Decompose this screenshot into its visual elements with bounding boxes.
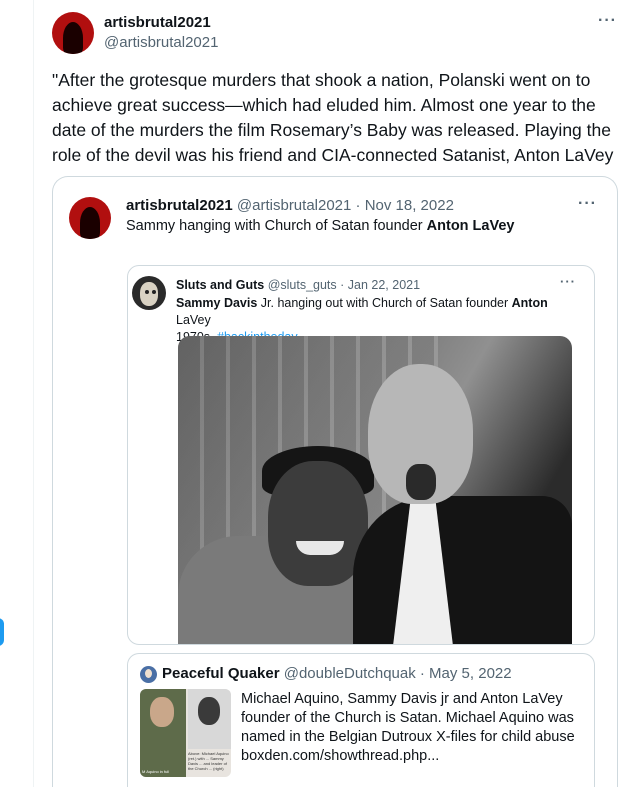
author-name[interactable]: artisbrutal2021 — [104, 14, 211, 31]
timeline-divider — [33, 0, 34, 787]
tweet-photo[interactable] — [178, 336, 572, 644]
avatar[interactable] — [140, 666, 157, 683]
quoted-tweet-header: artisbrutal2021 @artisbrutal2021 · Nov 1… — [126, 197, 454, 214]
quoted-tweet-text: Sammy hanging with Church of Satan found… — [126, 218, 515, 234]
more-options-icon[interactable]: ··· — [578, 195, 597, 213]
author-handle[interactable]: @artisbrutal2021 — [104, 34, 218, 51]
quoted-author-name[interactable]: artisbrutal2021 — [126, 197, 233, 214]
nested-author-name[interactable]: Sluts and Guts — [176, 278, 264, 292]
nested-tweet-header: Sluts and Guts @sluts_guts · Jan 22, 202… — [176, 278, 420, 292]
avatar[interactable] — [132, 276, 166, 310]
nested-quoted-tweet[interactable]: Sluts and Guts @sluts_guts · Jan 22, 202… — [127, 265, 595, 645]
nested-author-meta[interactable]: @doubleDutchquak · May 5, 2022 — [284, 665, 512, 682]
nested-author-meta[interactable]: @sluts_guts · Jan 22, 2021 — [268, 278, 420, 292]
nested-author-name[interactable]: Peaceful Quaker — [162, 665, 280, 682]
quoted-author-meta[interactable]: @artisbrutal2021 · Nov 18, 2022 — [237, 197, 454, 214]
nested-tweet-header: Peaceful Quaker @doubleDutchquak · May 5… — [162, 665, 512, 682]
nested-tweet-text: Michael Aquino, Sammy Davis jr and Anton… — [241, 691, 575, 764]
nested-quoted-tweet[interactable]: Peaceful Quaker @doubleDutchquak · May 5… — [127, 653, 595, 787]
quoted-tweet[interactable]: artisbrutal2021 @artisbrutal2021 · Nov 1… — [52, 176, 618, 787]
avatar[interactable] — [52, 12, 94, 54]
avatar[interactable] — [69, 197, 111, 239]
more-options-icon[interactable]: ··· — [560, 274, 576, 289]
tweet-thumbnail[interactable]: Above: Michael Aquino (ret.) with ... Sa… — [140, 689, 231, 777]
scroll-indicator[interactable] — [0, 618, 4, 646]
tweet-text: "After the grotesque murders that shook … — [52, 70, 614, 165]
more-options-icon[interactable]: ··· — [598, 12, 617, 30]
